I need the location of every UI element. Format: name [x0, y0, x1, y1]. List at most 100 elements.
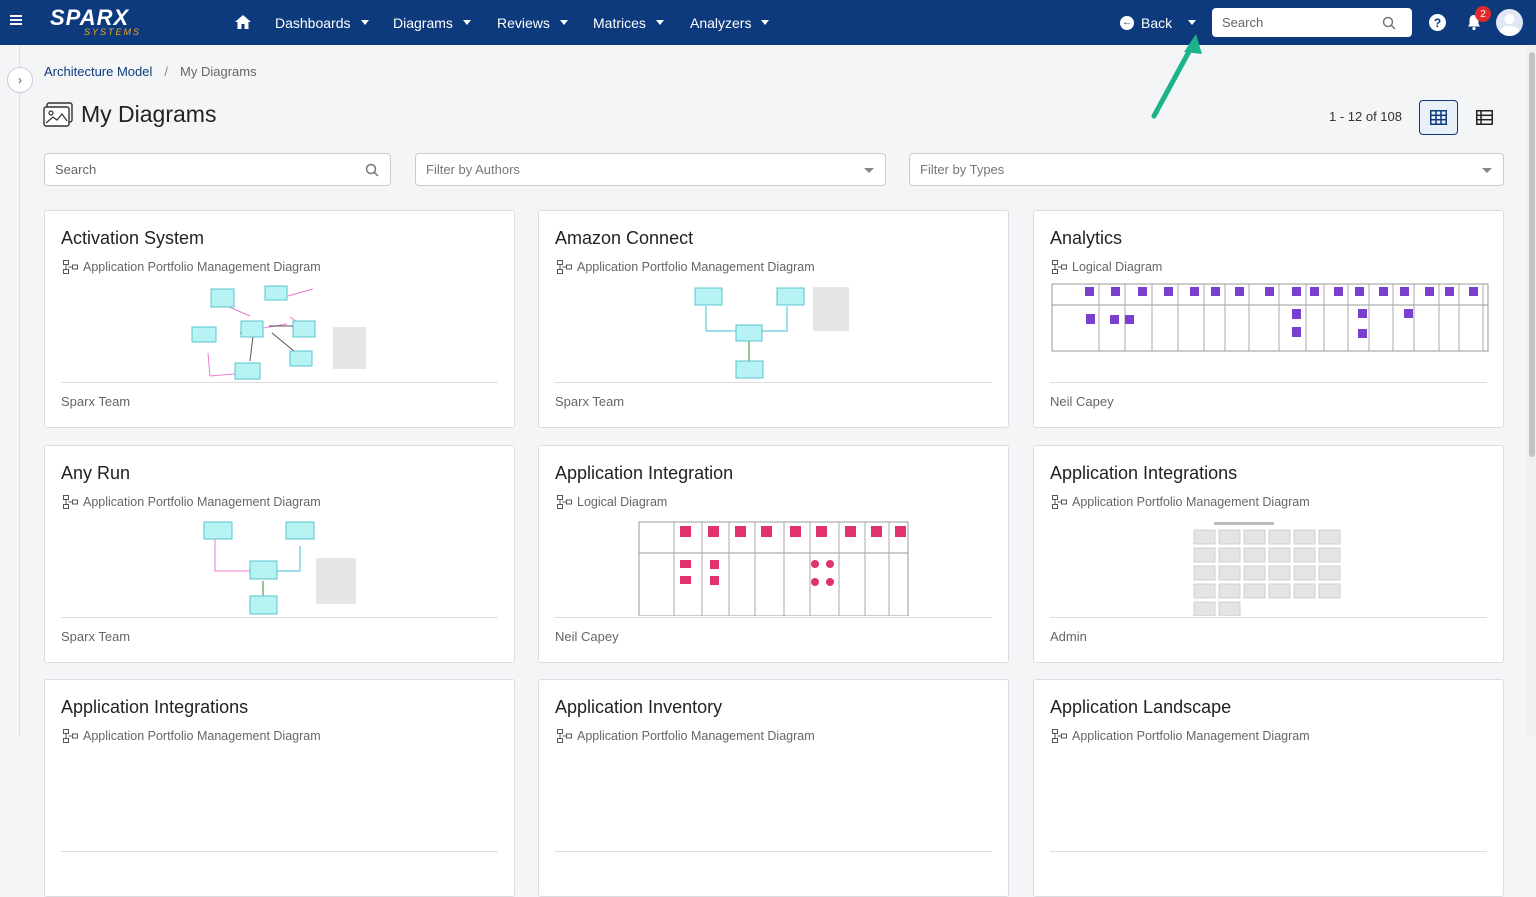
scrollbar-thumb[interactable]	[1529, 52, 1535, 457]
diagram-card-title[interactable]: Application Integration	[555, 463, 733, 484]
diagram-card-author: Admin	[1050, 629, 1087, 644]
menu-icon[interactable]	[10, 13, 26, 29]
annotation-arrow	[1151, 34, 1202, 119]
diagram-card-title[interactable]: Any Run	[61, 463, 130, 484]
diagram-thumbnail[interactable]	[45, 750, 516, 850]
diagram-card-type-label: Application Portfolio Management Diagram	[83, 495, 321, 509]
global-search-input[interactable]	[1222, 15, 1382, 30]
authors-filter-placeholder: Filter by Authors	[426, 162, 520, 177]
chevron-down-icon	[1482, 168, 1492, 173]
diagram-thumbnail[interactable]	[1034, 281, 1505, 381]
grid-view-icon	[1430, 110, 1447, 125]
logo-subtext: SYSTEMS	[84, 27, 142, 37]
list-view-icon	[1476, 110, 1493, 125]
chevron-down-icon	[360, 20, 369, 25]
sparx-logo[interactable]: SPARX SYSTEMS	[50, 5, 164, 38]
diagram-card[interactable]: Analytics Logical Diagram Neil Capey	[1033, 210, 1504, 428]
diagram-card-type: Application Portfolio Management Diagram	[63, 495, 321, 509]
left-rail	[0, 45, 20, 737]
chevron-down-icon	[559, 20, 568, 25]
card-divider	[1050, 382, 1487, 383]
diagram-thumbnail[interactable]	[45, 516, 516, 616]
sidebar-expand-button[interactable]: ›	[7, 67, 33, 93]
diagram-card-author: Neil Capey	[1050, 394, 1114, 409]
diagram-card-type-label: Application Portfolio Management Diagram	[577, 260, 815, 274]
types-filter-placeholder: Filter by Types	[920, 162, 1005, 177]
nav-dashboards[interactable]: Dashboards	[275, 0, 369, 45]
diagram-type-icon	[557, 495, 572, 509]
nav-matrices[interactable]: Matrices	[593, 0, 664, 45]
diagram-thumbnail[interactable]	[1034, 750, 1505, 850]
diagram-card-type-label: Application Portfolio Management Diagram	[1072, 729, 1310, 743]
card-divider	[555, 617, 992, 618]
home-icon[interactable]	[234, 13, 252, 31]
diagram-card[interactable]: Any Run Application Portfolio Management…	[44, 445, 515, 663]
diagram-card-author: Sparx Team	[61, 629, 131, 644]
diagram-card-type-label: Logical Diagram	[1072, 260, 1163, 274]
breadcrumb-separator: /	[164, 64, 169, 79]
diagram-card[interactable]: Application Integrations Application Por…	[1033, 445, 1504, 663]
card-divider	[555, 851, 992, 852]
diagram-thumbnail[interactable]	[1034, 516, 1505, 617]
card-divider	[1050, 851, 1487, 852]
diagram-card[interactable]: Application Landscape Application Portfo…	[1033, 679, 1504, 897]
back-arrow-icon: ←	[1120, 15, 1134, 30]
diagram-card-title[interactable]: Application Landscape	[1050, 697, 1231, 718]
diagram-thumbnail[interactable]	[539, 750, 1010, 850]
diagram-card-type-label: Application Portfolio Management Diagram	[1072, 495, 1310, 509]
diagram-type-icon	[1052, 495, 1067, 509]
page-header: My Diagrams	[43, 101, 216, 128]
diagram-card-title[interactable]: Application Integrations	[1050, 463, 1237, 484]
diagram-card-title[interactable]: Amazon Connect	[555, 228, 693, 249]
diagram-card-type: Application Portfolio Management Diagram	[557, 260, 815, 274]
nav-reviews[interactable]: Reviews	[497, 0, 568, 45]
card-divider	[61, 382, 498, 383]
authors-filter[interactable]: Filter by Authors	[415, 153, 886, 186]
diagram-card-title[interactable]: Activation System	[61, 228, 204, 249]
nav-diagrams[interactable]: Diagrams	[393, 0, 471, 45]
chevron-down-icon	[655, 20, 664, 25]
diagram-type-icon	[63, 729, 78, 743]
diagram-card-type: Application Portfolio Management Diagram	[63, 260, 321, 274]
breadcrumb-architecture-model[interactable]: Architecture Model	[44, 64, 152, 79]
avatar[interactable]	[1496, 9, 1523, 36]
search-icon[interactable]	[1382, 16, 1396, 30]
diagram-card-title[interactable]: Application Integrations	[61, 697, 248, 718]
help-icon[interactable]: ?	[1429, 14, 1446, 31]
diagram-thumbnail[interactable]	[539, 516, 1010, 617]
diagram-card[interactable]: Application Integration Logical Diagram …	[538, 445, 1009, 663]
nav-reviews-label: Reviews	[497, 14, 550, 31]
page-title: My Diagrams	[81, 101, 217, 127]
diagram-card[interactable]: Amazon Connect Application Portfolio Man…	[538, 210, 1009, 428]
diagram-type-icon	[63, 260, 78, 274]
diagram-card[interactable]: Activation System Application Portfolio …	[44, 210, 515, 428]
diagram-type-icon	[557, 729, 572, 743]
diagram-card[interactable]: Application Integrations Application Por…	[44, 679, 515, 897]
diagram-thumbnail[interactable]	[45, 281, 516, 381]
list-view-button[interactable]	[1465, 100, 1504, 135]
diagram-card[interactable]: Application Inventory Application Portfo…	[538, 679, 1009, 897]
top-navigation-bar: SPARX SYSTEMS Dashboards Diagrams Review…	[0, 0, 1536, 45]
diagram-card-title[interactable]: Application Inventory	[555, 697, 722, 718]
nav-analyzers[interactable]: Analyzers	[690, 0, 770, 45]
chevron-down-icon	[462, 20, 471, 25]
back-history-dropdown-icon[interactable]	[1188, 20, 1196, 25]
grid-view-button[interactable]	[1419, 100, 1458, 135]
diagram-type-icon	[557, 260, 572, 274]
nav-matrices-label: Matrices	[593, 14, 646, 31]
logo-text: SPARX	[50, 5, 130, 30]
diagram-search	[44, 153, 391, 186]
diagram-card-title[interactable]: Analytics	[1050, 228, 1122, 249]
diagram-search-input[interactable]	[55, 162, 335, 177]
nav-analyzers-label: Analyzers	[690, 14, 752, 31]
chevron-down-icon	[864, 168, 874, 173]
card-divider	[1050, 617, 1487, 618]
diagram-card-type: Logical Diagram	[557, 495, 667, 509]
card-divider	[555, 382, 992, 383]
search-icon[interactable]	[365, 163, 379, 177]
diagram-card-type: Application Portfolio Management Diagram	[1052, 729, 1310, 743]
diagram-card-type-label: Application Portfolio Management Diagram	[83, 260, 321, 274]
pagination-summary: 1 - 12 of 108	[1329, 109, 1402, 124]
diagram-thumbnail[interactable]	[539, 281, 1010, 381]
types-filter[interactable]: Filter by Types	[909, 153, 1504, 186]
